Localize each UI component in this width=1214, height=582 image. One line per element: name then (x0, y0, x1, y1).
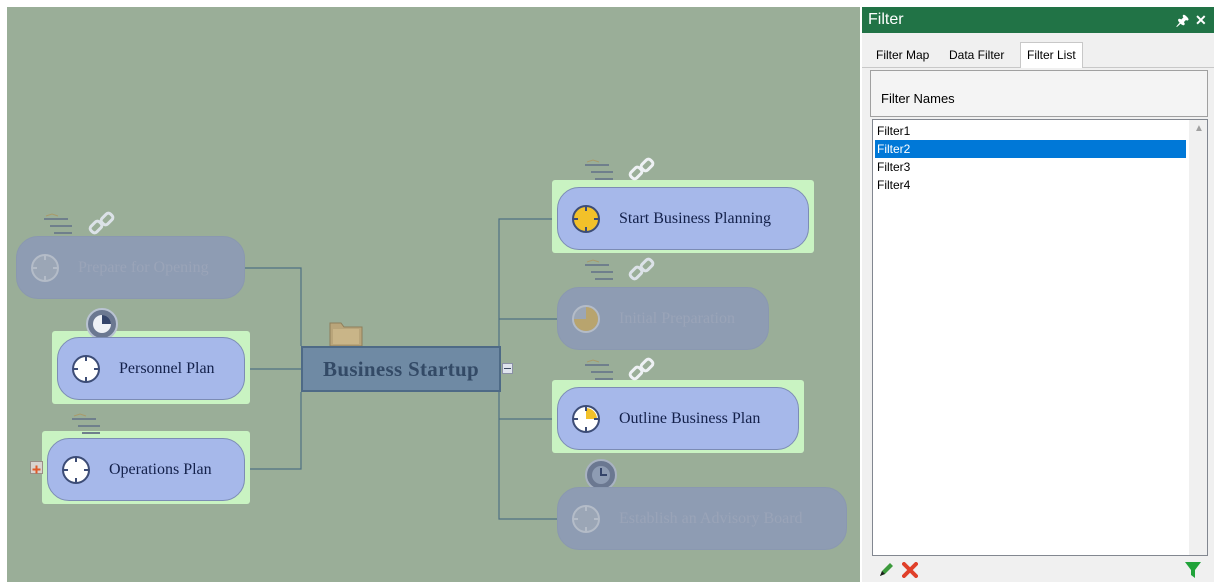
topic-initial-preparation[interactable]: Initial Preparation (557, 287, 769, 350)
link-icon (627, 255, 657, 290)
topic-label: Establish an Advisory Board (619, 509, 803, 527)
progress-icon (572, 204, 600, 233)
progress-icon (72, 354, 100, 383)
delete-icon[interactable] (902, 562, 918, 578)
tab-filter-list[interactable]: Filter List (1020, 42, 1083, 68)
topic-label: Personnel Plan (119, 359, 215, 377)
filter-toolbar (872, 558, 1208, 582)
expand-icon[interactable] (30, 461, 43, 474)
progress-icon (572, 404, 600, 433)
filter-item-label: Filter2 (877, 142, 911, 156)
apply-filter-icon[interactable] (1184, 561, 1202, 579)
task-icon (583, 359, 617, 388)
close-icon[interactable]: ✕ (1195, 7, 1207, 33)
list-item[interactable]: Filter1 (875, 122, 1186, 140)
progress-icon (572, 304, 600, 333)
list-item[interactable]: Filter3 (875, 158, 1186, 176)
filter-names-header: Filter Names (870, 70, 1208, 117)
link-icon (627, 155, 657, 190)
scroll-up-icon[interactable]: ▲ (1194, 123, 1204, 134)
progress-icon (31, 253, 59, 282)
tab-label: Filter Map (876, 48, 930, 62)
panel-title-bar: Filter 🖈 ✕ (862, 7, 1214, 33)
vertical-scrollbar[interactable]: ▲ (1189, 120, 1207, 555)
topic-label: Operations Plan (109, 460, 212, 478)
task-icon (583, 259, 617, 288)
topic-prepare-for-opening[interactable]: Prepare for Opening (16, 236, 245, 299)
topic-establish-advisory-board[interactable]: Establish an Advisory Board (557, 487, 847, 550)
topic-personnel-plan[interactable]: Personnel Plan (57, 337, 245, 400)
tab-label: Filter List (1027, 48, 1076, 62)
filter-names-label: Filter Names (881, 91, 955, 106)
progress-icon (572, 504, 600, 533)
topic-outline-business-plan[interactable]: Outline Business Plan (557, 387, 799, 450)
tab-label: Data Filter (949, 48, 1005, 62)
filter-item-label: Filter3 (877, 160, 911, 174)
tab-filter-map[interactable]: Filter Map (870, 43, 935, 67)
topic-label: Prepare for Opening (78, 258, 209, 276)
mind-map-canvas[interactable]: Business Startup Prepare for Opening Per… (7, 7, 860, 582)
filter-list[interactable]: Filter1 Filter2 Filter3 Filter4 ▲ (872, 119, 1208, 556)
panel-title: Filter (868, 11, 904, 28)
topic-label: Initial Preparation (619, 309, 735, 327)
topic-operations-plan[interactable]: Operations Plan (47, 438, 245, 501)
pin-icon[interactable]: 🖈 (1176, 7, 1189, 33)
collapse-icon[interactable] (502, 363, 513, 374)
task-icon (583, 159, 617, 188)
edit-icon[interactable] (878, 562, 894, 578)
link-icon (627, 355, 657, 390)
topic-label: Outline Business Plan (619, 409, 761, 427)
central-topic[interactable]: Business Startup (301, 346, 501, 392)
central-topic-label: Business Startup (323, 356, 479, 381)
filter-item-label: Filter1 (877, 124, 911, 138)
list-item[interactable]: Filter4 (875, 176, 1186, 194)
filter-item-label: Filter4 (877, 178, 911, 192)
topic-start-business-planning[interactable]: Start Business Planning (557, 187, 809, 250)
progress-icon (62, 455, 90, 484)
filter-panel: Filter 🖈 ✕ Filter Map Data Filter Filter… (862, 7, 1214, 582)
topic-label: Start Business Planning (619, 209, 772, 227)
list-item-selected[interactable]: Filter2 (875, 140, 1186, 158)
tab-data-filter[interactable]: Data Filter (943, 43, 1010, 67)
